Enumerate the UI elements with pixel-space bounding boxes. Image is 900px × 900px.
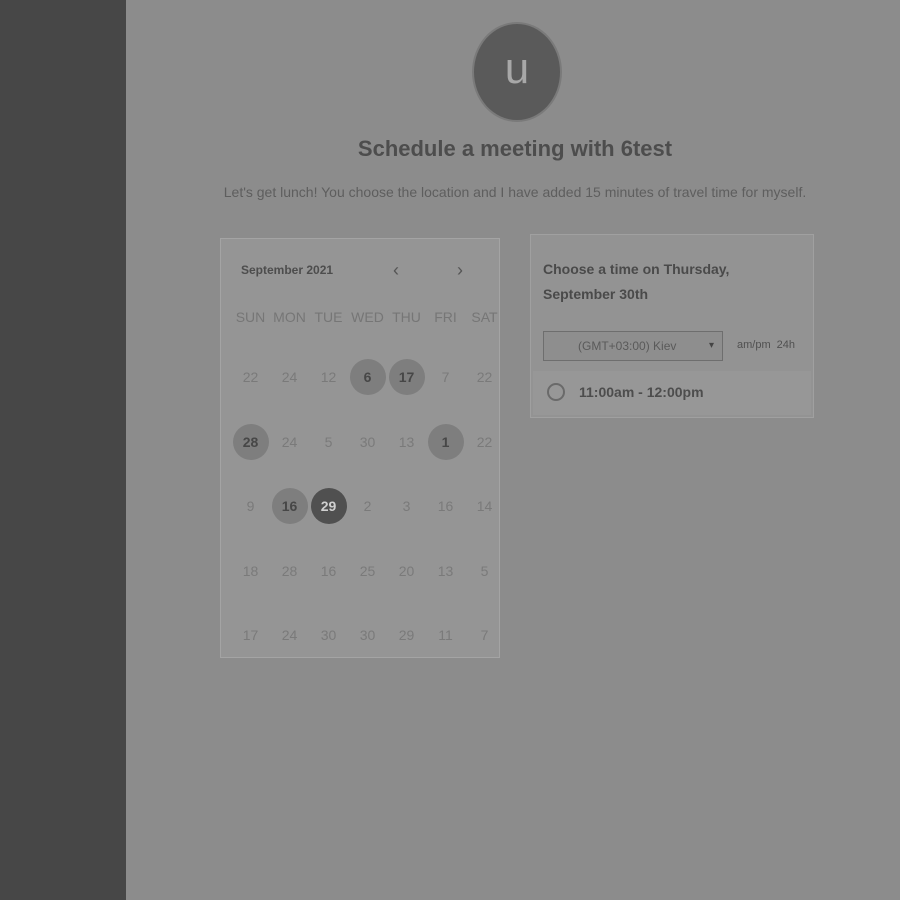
calendar-day: 5 (309, 410, 348, 475)
weekday-header: SUN MON TUE WED THU FRI SAT (231, 309, 503, 325)
time-picker-panel: Choose a time on Thursday, September 30t… (530, 234, 814, 418)
calendar-day-label: 16 (271, 488, 308, 525)
calendar-day: 30 (348, 603, 387, 668)
calendar-day[interactable]: 1 (426, 410, 465, 475)
calendar-day-label: 17 (242, 627, 259, 644)
calendar-day: 14 (465, 474, 504, 539)
calendar-day: 13 (387, 410, 426, 475)
time-slot-label: 11:00am - 12:00pm (579, 384, 704, 400)
calendar-day-label: 9 (246, 498, 255, 515)
calendar-day: 13 (426, 539, 465, 604)
calendar-day-label: 16 (437, 498, 454, 515)
meeting-description: Let's get lunch! You choose the location… (223, 184, 807, 200)
calendar-day-label: 7 (441, 369, 450, 386)
chevron-left-icon[interactable]: ‹ (393, 261, 399, 279)
calendar-day: 12 (309, 345, 348, 410)
radio-button[interactable] (547, 383, 565, 401)
calendar-day-label: 28 (232, 423, 269, 460)
calendar-day: 24 (270, 603, 309, 668)
calendar-day: 22 (465, 345, 504, 410)
calendar-day-label: 2 (363, 498, 372, 515)
calendar-day-label: 22 (242, 369, 259, 386)
calendar-day-label: 24 (281, 433, 298, 450)
page-title: Schedule a meeting with 6test (357, 136, 673, 161)
chevron-right-icon[interactable]: › (457, 261, 463, 279)
calendar-day-label: 30 (359, 433, 376, 450)
calendar-day: 24 (270, 345, 309, 410)
chevron-down-icon: ▾ (708, 340, 714, 351)
calendar-day: 17 (231, 603, 270, 668)
calendar-day-label: 13 (437, 562, 454, 579)
weekday-fri: FRI (434, 309, 457, 325)
calendar-day: 28 (270, 539, 309, 604)
calendar-day-label: 22 (476, 369, 493, 386)
calendar-day-label: 24 (281, 369, 298, 386)
calendar-day[interactable]: 17 (387, 345, 426, 410)
calendar-day-label: 29 (310, 488, 347, 525)
calendar: September 2021 ‹ › SUN MON TUE WED THU F… (220, 238, 500, 658)
weekday-tue: TUE (314, 309, 343, 325)
calendar-day-label: 16 (320, 562, 337, 579)
calendar-day: 7 (465, 603, 504, 668)
calendar-day-label: 18 (242, 562, 259, 579)
calendar-day: 3 (387, 474, 426, 539)
calendar-month-label: September 2021 (241, 263, 334, 277)
calendar-day[interactable]: 16 (270, 474, 309, 539)
calendar-day-label: 24 (281, 627, 298, 644)
weekday-mon: MON (273, 309, 306, 325)
left-sidebar (0, 0, 126, 900)
time-format-toggle: am/pm 24h (737, 339, 795, 351)
calendar-day-label: 30 (320, 627, 337, 644)
calendar-day-label: 30 (359, 627, 376, 644)
calendar-day[interactable]: 6 (348, 345, 387, 410)
calendar-day: 30 (348, 410, 387, 475)
weekday-thu: THU (392, 309, 421, 325)
calendar-day-label: 28 (281, 562, 298, 579)
calendar-day: 30 (309, 603, 348, 668)
calendar-days-grid: 22 24 12 6 17 7 22 28 24 5 30 13 1 22 9 16 29 2 3 16 14 18 28 1… (231, 345, 503, 668)
calendar-day-label: 6 (349, 359, 386, 396)
timezone-value: (GMT+03:00) Kiev (578, 339, 677, 353)
calendar-day-label: 11 (438, 627, 453, 644)
calendar-day: 20 (387, 539, 426, 604)
weekday-sat: SAT (471, 309, 498, 325)
calendar-day-label: 14 (476, 498, 493, 515)
calendar-day: 11 (426, 603, 465, 668)
calendar-day-label: 29 (398, 627, 415, 644)
calendar-day[interactable]: 28 (231, 410, 270, 475)
time-picker-heading: Choose a time on Thursday, September 30t… (543, 261, 730, 302)
calendar-day-label: 17 (388, 359, 425, 396)
calendar-day: 9 (231, 474, 270, 539)
calendar-day: 16 (426, 474, 465, 539)
time-slot[interactable]: 11:00am - 12:00pm (533, 371, 811, 415)
calendar-day-label: 7 (480, 627, 489, 644)
timezone-select[interactable]: (GMT+03:00) Kiev ▾ (543, 331, 723, 361)
format-24h-option[interactable]: 24h (777, 339, 795, 351)
calendar-day: 5 (465, 539, 504, 604)
calendar-day: 24 (270, 410, 309, 475)
calendar-day: 7 (426, 345, 465, 410)
weekday-wed: WED (351, 309, 384, 325)
calendar-day: 29 (387, 603, 426, 668)
calendar-day-label: 3 (402, 498, 411, 515)
calendar-day: 2 (348, 474, 387, 539)
calendar-day-label: 25 (359, 562, 376, 579)
weekday-sun: SUN (235, 309, 266, 325)
calendar-day-label: 22 (476, 433, 493, 450)
avatar: u (472, 22, 562, 122)
calendar-day-label: 5 (324, 433, 333, 450)
calendar-day-label: 12 (320, 369, 337, 386)
avatar-initial: u (504, 44, 530, 93)
calendar-day-label: 13 (398, 433, 415, 450)
calendar-day-label: 1 (427, 423, 464, 460)
calendar-day: 16 (309, 539, 348, 604)
calendar-day: 22 (231, 345, 270, 410)
calendar-day: 25 (348, 539, 387, 604)
calendar-day: 22 (465, 410, 504, 475)
calendar-day-label: 5 (480, 562, 489, 579)
calendar-day-label: 20 (398, 562, 415, 579)
format-ampm-option[interactable]: am/pm (737, 339, 771, 351)
calendar-day: 18 (231, 539, 270, 604)
calendar-day[interactable]: 29 (309, 474, 348, 539)
